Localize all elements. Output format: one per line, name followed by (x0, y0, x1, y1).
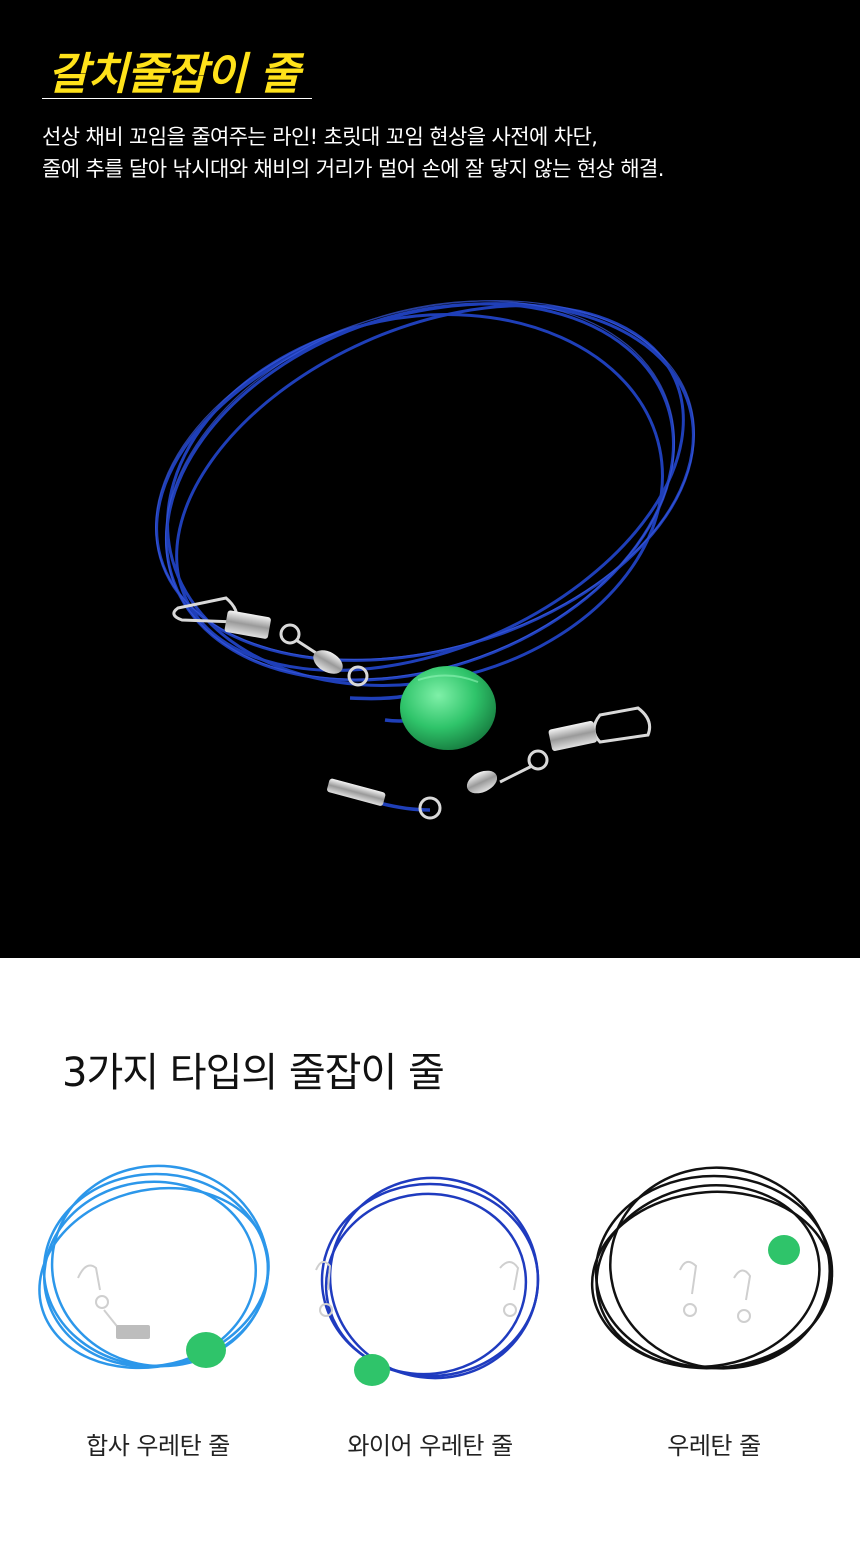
type-label-wire-urethane: 와이어 우레탄 줄 (347, 1432, 513, 1460)
type-card-wire-urethane: 와이어 우레탄 줄 (300, 1160, 560, 1480)
type-photo-urethane (590, 1166, 834, 1370)
crimp-sleeve (327, 778, 386, 806)
type-card-braided-urethane: 합사 우레탄 줄 (28, 1160, 288, 1480)
hero-description-line-1: 선상 채비 꼬임을 줄여주는 라인! 초릿대 꼬임 현상을 사전에 차단, (42, 125, 598, 149)
coiled-line (155, 302, 695, 687)
type-photo-wire-urethane (315, 1176, 540, 1386)
hero-title-underline (42, 98, 312, 99)
hero-section: 갈치줄잡이 줄 선상 채비 꼬임을 줄여주는 라인! 초릿대 꼬임 현상을 사전… (0, 0, 860, 958)
type-label-urethane: 우레탄 줄 (667, 1432, 761, 1460)
hero-description-line-2: 줄에 추를 달아 낚시대와 채비의 거리가 멀어 손에 잘 닿지 않는 현상 해… (42, 157, 664, 181)
type-photo-braided-urethane (38, 1164, 270, 1370)
type-label-braided-urethane: 합사 우레탄 줄 (86, 1432, 230, 1460)
hero-description: 선상 채비 꼬임을 줄여주는 라인! 초릿대 꼬임 현상을 사전에 차단, 줄에… (42, 121, 842, 185)
type-card-urethane: 우레탄 줄 (584, 1160, 844, 1480)
green-bead (400, 666, 496, 750)
hero-title: 갈치줄잡이 줄 (48, 49, 300, 100)
types-title: 3가지 타입의 줄잡이 줄 (62, 1050, 445, 1096)
hero-product-photo (155, 300, 695, 820)
